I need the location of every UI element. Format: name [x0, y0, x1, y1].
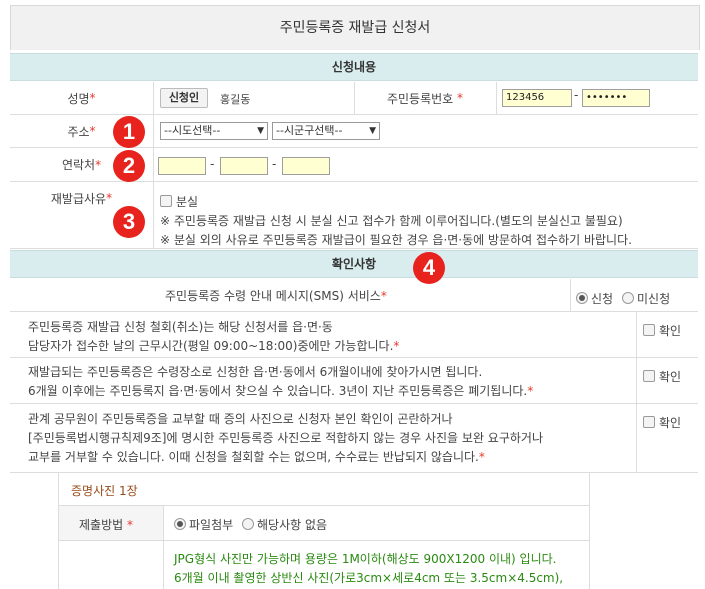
- annotation-badge-4: 4: [413, 252, 445, 284]
- sms-apply-radio[interactable]: [576, 292, 588, 304]
- confirm-1-check[interactable]: 확인: [636, 312, 698, 357]
- annotation-badge-3: 3: [113, 206, 145, 238]
- rrn-back-input[interactable]: •••••••: [582, 89, 650, 107]
- confirm-3-line3: 교부를 거부할 수 있습니다. 이때 신청을 철회할 수는 없으며, 수수료는 …: [28, 450, 485, 464]
- photo-panel: 증명사진 1장 제출방법 * 파일첨부 해당사항 없음 JPG형식 사진만 가능…: [58, 473, 590, 589]
- confirm-3-checkbox[interactable]: [643, 416, 655, 428]
- sido-select[interactable]: --시도선택-- ▼: [160, 122, 268, 140]
- sms-not-option[interactable]: 미신청: [622, 290, 670, 307]
- confirm-2-line1: 재발급되는 주민등록증은 수령장소로 신청한 읍·면·동에서 6개월이내에 찾아…: [28, 365, 483, 379]
- section-header-application: 신청내용: [10, 53, 698, 81]
- annotation-badge-1: 1: [113, 116, 145, 148]
- name-row: 성명 * 신청인 홍길동 주민등록번호 * 123456 - •••••••: [10, 82, 698, 115]
- sms-not-radio[interactable]: [622, 292, 634, 304]
- name-value: 홍길동: [220, 93, 251, 106]
- reason-note-1: ※ 주민등록증 재발급 신청 시 분실 신고 접수가 함께 이루어집니다.(별도…: [160, 214, 623, 228]
- confirm-2-check[interactable]: 확인: [636, 358, 698, 403]
- phone-dash-1: -: [210, 157, 215, 171]
- photo-info-2: 6개월 이내 촬영한 상반신 사진(가로3cm×세로4cm 또는 3.5cm×4…: [174, 571, 564, 585]
- rrn-front-input[interactable]: 123456: [502, 89, 572, 107]
- confirm-1-line2: 담당자가 접수한 날의 근무시간(평일 09:00~18:00)중에만 가능합니…: [28, 339, 400, 353]
- method-none-option[interactable]: 해당사항 없음: [242, 516, 327, 533]
- phone-dash-2: -: [272, 157, 277, 171]
- photo-info-1: JPG형식 사진만 가능하며 용량은 1M이하(해상도 900X1200 이내)…: [174, 552, 557, 566]
- sms-apply-option[interactable]: 신청: [576, 290, 613, 307]
- confirm-2-line2: 6개월 이후에는 주민등록지 읍·면·동에서 찾으실 수 있습니다. 3년이 지…: [28, 384, 534, 398]
- rrn-label: 주민등록번호 *: [386, 91, 464, 106]
- confirm-1-checkbox[interactable]: [643, 324, 655, 336]
- sigungu-select[interactable]: --시군구선택-- ▼: [272, 122, 380, 140]
- confirm-row-2: 재발급되는 주민등록증은 수령장소로 신청한 읍·면·동에서 6개월이내에 찾아…: [10, 358, 698, 404]
- method-file-radio[interactable]: [174, 518, 186, 530]
- applicant-button[interactable]: 신청인: [160, 88, 208, 108]
- photo-title-row: 증명사진 1장: [59, 473, 589, 506]
- method-none-radio[interactable]: [242, 518, 254, 530]
- lost-checkbox[interactable]: [160, 195, 172, 207]
- sms-label: 주민등록증 수령 안내 메시지(SMS) 서비스*: [165, 289, 387, 303]
- confirm-3-line1: 관계 공무원이 주민등록증을 교부할 때 증의 사진으로 신청자 본인 확인이 …: [28, 412, 453, 426]
- method-label: 제출방법 *: [79, 518, 133, 532]
- confirm-row-3: 관계 공무원이 주민등록증을 교부할 때 증의 사진으로 신청자 본인 확인이 …: [10, 404, 698, 473]
- confirm-1-line1: 주민등록증 재발급 신청 철회(취소)는 해당 신청서를 읍·면·동: [28, 320, 333, 334]
- confirm-3-check[interactable]: 확인: [636, 404, 698, 472]
- photo-method-row: 제출방법 * 파일첨부 해당사항 없음: [59, 506, 589, 541]
- annotation-badge-2: 2: [113, 150, 145, 182]
- page-title: 주민등록증 재발급 신청서: [10, 5, 700, 50]
- phone-part2-input[interactable]: [220, 157, 268, 175]
- phone-part3-input[interactable]: [282, 157, 330, 175]
- rrn-dash: -: [574, 88, 579, 102]
- phone-part1-input[interactable]: [158, 157, 206, 175]
- application-form: 주민등록증 재발급 신청서 신청내용 성명 * 신청인 홍길동 주민등록번호 * …: [0, 0, 705, 589]
- sms-row: 주민등록증 수령 안내 메시지(SMS) 서비스* 신청 미신청: [10, 279, 698, 312]
- confirm-3-line2: [주민등록법시행규칙제9조]에 명시한 주민등록증 사진으로 적합하지 않는 경…: [28, 431, 544, 445]
- confirm-row-1: 주민등록증 재발급 신청 철회(취소)는 해당 신청서를 읍·면·동 담당자가 …: [10, 312, 698, 358]
- reason-lost-option[interactable]: 분실: [160, 193, 198, 210]
- method-file-option[interactable]: 파일첨부: [174, 516, 233, 533]
- reason-note-2: ※ 분실 외의 사유로 주민등록증 재발급이 필요한 경우 읍·면·동에 방문하…: [160, 233, 632, 247]
- name-label: 성명 *: [67, 91, 96, 106]
- photo-title: 증명사진 1장: [71, 484, 138, 498]
- section-header-confirm: 확인사항: [10, 250, 698, 278]
- method-label-cell: 제출방법 *: [59, 506, 164, 540]
- confirm-2-checkbox[interactable]: [643, 370, 655, 382]
